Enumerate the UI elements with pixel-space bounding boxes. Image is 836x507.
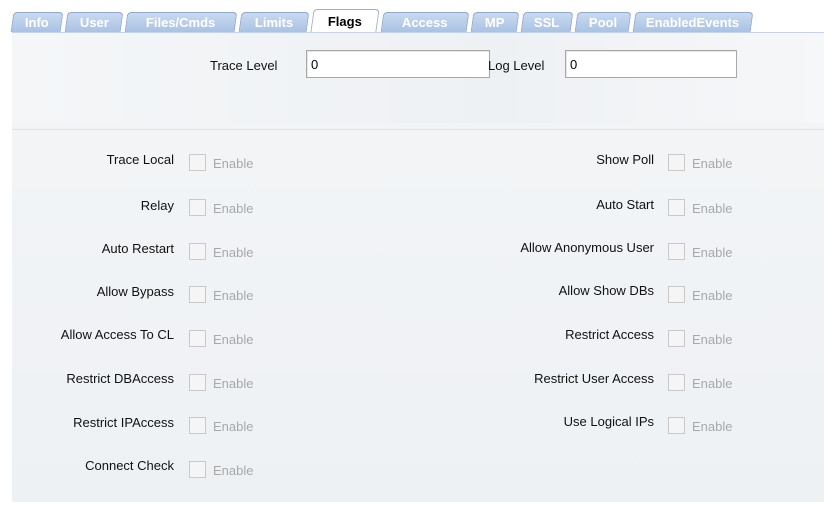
- tab-mp-label: MP: [485, 15, 505, 30]
- level-section: [12, 33, 824, 123]
- show-poll-checkbox[interactable]: [668, 154, 685, 171]
- tab-user-label: User: [79, 15, 109, 30]
- restrict-user-access-label: Restrict User Access: [534, 371, 654, 386]
- tab-bar: Info User Files/Cmds Limits Flags Access…: [10, 9, 756, 32]
- restrict-access-enable: Enable: [692, 332, 733, 347]
- trace-local-enable: Enable: [213, 156, 254, 171]
- trace-local-label: Trace Local: [106, 152, 174, 167]
- auto-restart-enable: Enable: [213, 245, 254, 260]
- restrict-user-access-checkbox[interactable]: [668, 374, 685, 391]
- auto-restart-label: Auto Restart: [101, 241, 174, 256]
- allow-bypass-checkbox[interactable]: [189, 286, 206, 303]
- trace-level-input[interactable]: [306, 50, 490, 78]
- restrict-dbaccess-label: Restrict DBAccess: [66, 371, 174, 386]
- tab-limits-label: Limits: [254, 15, 294, 30]
- tab-access[interactable]: Access: [380, 12, 470, 32]
- auto-restart-checkbox[interactable]: [189, 243, 206, 260]
- restrict-user-access-enable: Enable: [692, 376, 733, 391]
- restrict-access-checkbox[interactable]: [668, 330, 685, 347]
- show-poll-label: Show Poll: [596, 152, 654, 167]
- tab-pool-label: Pool: [588, 15, 618, 30]
- allow-bypass-label: Allow Bypass: [96, 284, 174, 299]
- trace-level-label: Trace Level: [210, 58, 278, 73]
- tab-ssl[interactable]: SSL: [520, 12, 574, 32]
- restrict-access-label: Restrict Access: [565, 327, 654, 342]
- connect-check-checkbox[interactable]: [189, 461, 206, 478]
- tab-user[interactable]: User: [64, 12, 124, 32]
- allow-anonymous-user-enable: Enable: [692, 245, 733, 260]
- tab-ssl-label: SSL: [534, 15, 560, 30]
- allow-bypass-enable: Enable: [213, 288, 254, 303]
- section-divider: [12, 129, 824, 130]
- auto-start-enable: Enable: [692, 201, 733, 216]
- allow-show-dbs-checkbox[interactable]: [668, 286, 685, 303]
- auto-start-checkbox[interactable]: [668, 199, 685, 216]
- tab-pool[interactable]: Pool: [574, 12, 632, 32]
- tab-info-label: Info: [25, 15, 49, 30]
- use-logical-ips-checkbox[interactable]: [668, 417, 685, 434]
- relay-label: Relay: [140, 198, 174, 213]
- tab-info[interactable]: Info: [10, 12, 64, 32]
- restrict-ipaccess-label: Restrict IPAccess: [73, 415, 174, 430]
- allow-anonymous-user-checkbox[interactable]: [668, 243, 685, 260]
- restrict-dbaccess-enable: Enable: [213, 376, 254, 391]
- connect-check-enable: Enable: [213, 463, 254, 478]
- log-level-label: Log Level: [488, 58, 545, 73]
- allow-access-to-cl-enable: Enable: [213, 332, 254, 347]
- allow-access-to-cl-label: Allow Access To CL: [60, 327, 174, 342]
- allow-show-dbs-enable: Enable: [692, 288, 733, 303]
- trace-local-checkbox[interactable]: [189, 154, 206, 171]
- restrict-ipaccess-enable: Enable: [213, 419, 254, 434]
- use-logical-ips-label: Use Logical IPs: [563, 414, 654, 429]
- allow-show-dbs-label: Allow Show DBs: [558, 283, 654, 298]
- tab-files-cmds[interactable]: Files/Cmds: [124, 12, 238, 32]
- use-logical-ips-enable: Enable: [692, 419, 733, 434]
- log-level-input[interactable]: [565, 50, 737, 78]
- show-poll-enable: Enable: [692, 156, 733, 171]
- tab-flags-label: Flags: [327, 13, 362, 29]
- tab-flags[interactable]: Flags: [310, 9, 380, 32]
- tab-mp[interactable]: MP: [470, 12, 520, 32]
- tab-access-label: Access: [402, 15, 448, 30]
- tab-enabled-events[interactable]: EnabledEvents: [632, 12, 754, 32]
- tab-files-cmds-label: Files/Cmds: [146, 15, 216, 30]
- tab-limits[interactable]: Limits: [238, 12, 310, 32]
- relay-enable: Enable: [213, 201, 254, 216]
- connect-check-label: Connect Check: [85, 458, 174, 473]
- allow-anonymous-user-label: Allow Anonymous User: [520, 240, 654, 255]
- flags-panel: Trace Level Log Level Trace Local Enable…: [12, 32, 824, 502]
- relay-checkbox[interactable]: [189, 199, 206, 216]
- restrict-ipaccess-checkbox[interactable]: [189, 417, 206, 434]
- allow-access-to-cl-checkbox[interactable]: [189, 330, 206, 347]
- auto-start-label: Auto Start: [596, 197, 654, 212]
- tab-enabled-events-label: EnabledEvents: [646, 15, 740, 30]
- restrict-dbaccess-checkbox[interactable]: [189, 374, 206, 391]
